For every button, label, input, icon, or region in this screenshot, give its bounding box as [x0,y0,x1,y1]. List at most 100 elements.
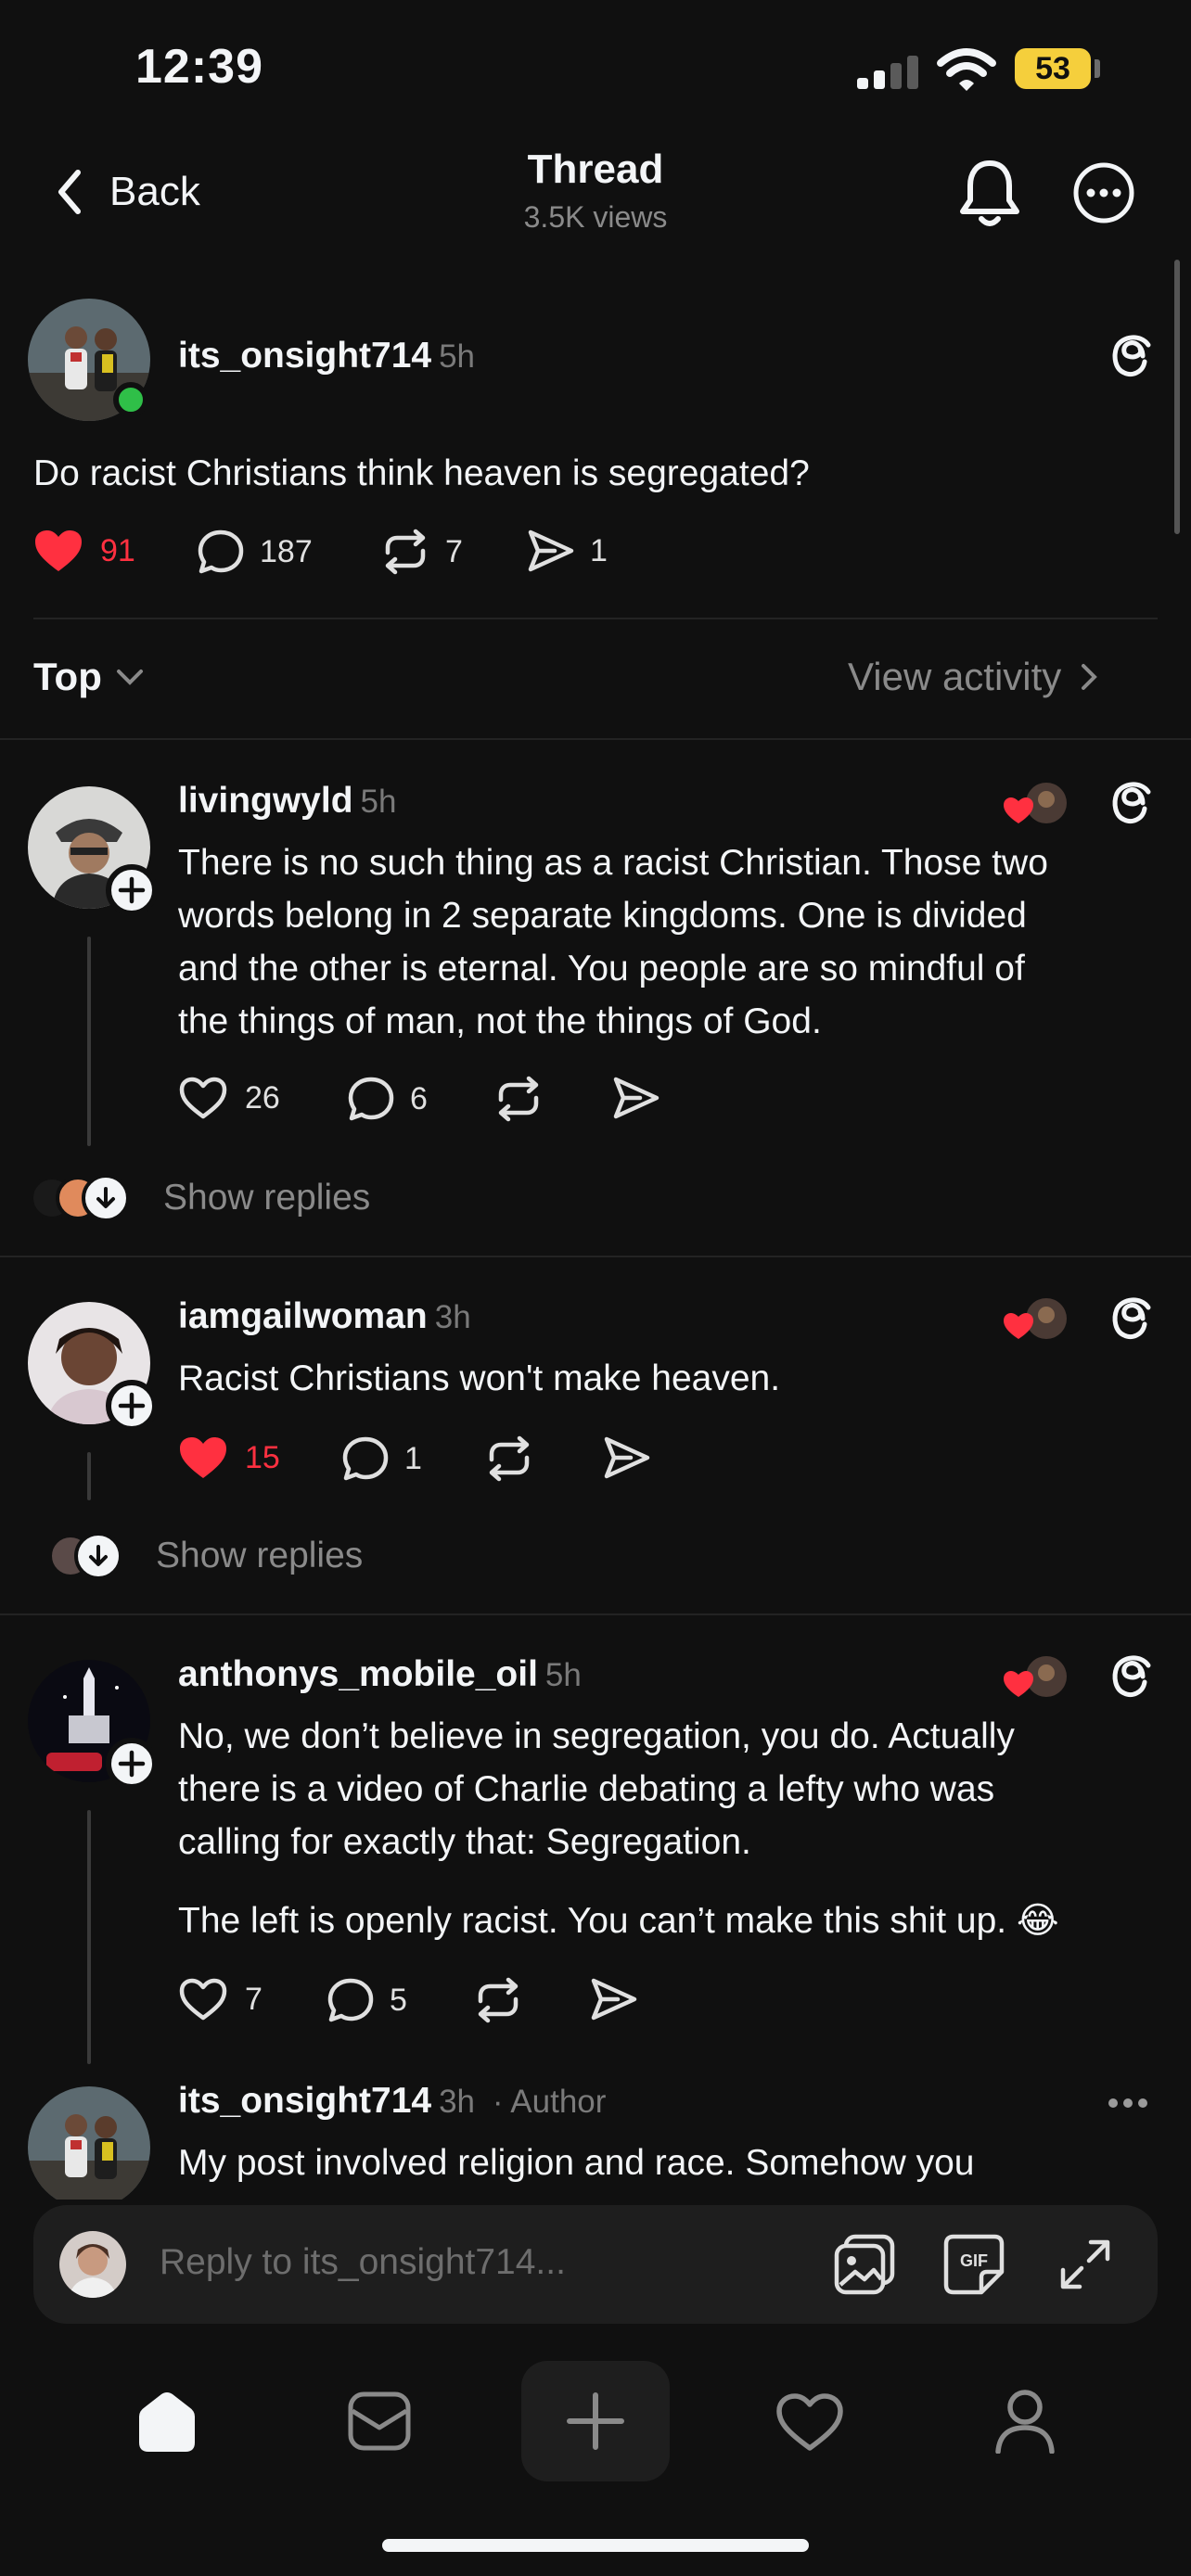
divider [0,1613,1191,1615]
reply-author[interactable]: livingwyld 5h [178,781,396,822]
plus-icon [118,1392,146,1420]
reply-author[interactable]: iamgailwoman 3h [178,1296,471,1337]
repost-button[interactable] [493,1076,544,1122]
expand-icon[interactable] [1059,2238,1111,2290]
like-count: 26 [245,1079,280,1116]
bell-icon[interactable] [957,158,1022,228]
avatar [59,2231,126,2298]
send-icon [528,529,574,572]
post-author[interactable]: its_onsight714 5h [178,336,475,376]
sort-dropdown[interactable]: Top [33,655,145,699]
reply-button[interactable]: 187 [197,529,313,575]
image-picker-icon[interactable] [833,2233,896,2296]
share-button[interactable] [612,1076,660,1120]
divider [33,618,1158,619]
plus-icon [567,2392,624,2450]
follow-button[interactable] [106,1738,158,1790]
reply-button[interactable]: 1 [341,1435,422,1482]
avatar[interactable] [28,2086,150,2209]
heart-outline-icon [179,1077,227,1119]
more-options-icon[interactable] [1072,161,1135,224]
reply-text-line: There is no such thing as a racist Chris… [178,843,1048,883]
threads-logo-icon[interactable] [1109,334,1156,380]
reply-time: 3h [434,1299,471,1335]
reply-username[interactable]: its_onsight714 [178,2081,431,2121]
repost-icon [385,529,426,575]
send-icon [591,1978,637,2021]
divider [0,738,1191,740]
like-button[interactable]: 7 [178,1977,263,2021]
reply-text-line: Racist Christians won't make heaven. [178,1358,781,1398]
reply-username[interactable]: livingwyld [178,781,353,821]
liked-by-author-indicator [1002,1296,1069,1343]
threads-logo-icon[interactable] [1109,1296,1156,1343]
reply-input[interactable]: Reply to its_onsight714... [160,2242,566,2283]
reply-text-line: words belong in 2 separate kingdoms. One… [178,896,1027,936]
threads-logo-icon[interactable] [1109,781,1156,827]
wifi-icon [937,46,996,93]
follow-button[interactable] [106,1380,158,1432]
threads-logo-icon[interactable] [1109,1654,1156,1701]
like-button[interactable]: 26 [178,1076,280,1120]
like-button[interactable]: 15 [178,1435,280,1480]
comment-icon [348,1077,394,1121]
show-replies-button[interactable]: Show replies [48,1532,363,1580]
home-indicator [382,2539,809,2552]
repost-button[interactable] [473,1977,523,2023]
reply-author[interactable]: anthonys_mobile_oil 5h [178,1654,582,1695]
repost-button[interactable] [484,1435,534,1482]
chevron-right-icon [1082,664,1098,690]
heart-filled-icon [35,530,82,571]
reply-text-line: calling for exactly that: Segregation. [178,1822,751,1862]
send-icon [613,1077,660,1119]
cellular-signal-icon [855,54,920,91]
plus-icon [118,876,146,904]
thread-line [87,937,91,1146]
repost-button[interactable]: 7 [380,529,463,575]
post-text: Do racist Christians think heaven is seg… [33,453,810,493]
heart-outline-icon [179,1978,227,2021]
thread-line [87,1810,91,2064]
reply-text-line: and the other is eternal. You people are… [178,949,1025,988]
reply-text-line: the things of man, not the things of God… [178,1001,822,1041]
like-button[interactable]: 91 [33,529,135,573]
reply-count: 1 [404,1440,422,1476]
gif-icon[interactable]: GIF [942,2233,1005,2296]
reply-button[interactable]: 5 [327,1977,407,2023]
home-tab-icon[interactable] [134,2389,200,2454]
reply-button[interactable]: 6 [347,1076,428,1122]
profile-tab-icon[interactable] [994,2389,1056,2454]
repost-icon [498,1076,539,1122]
thread-line [87,1452,91,1500]
author-tag: · Author [492,2084,607,2120]
activity-tab-icon[interactable] [775,2392,844,2452]
scrollbar[interactable] [1174,260,1180,534]
reply-text-line: No, we don’t believe in segregation, you… [178,1716,1015,1756]
share-button[interactable] [603,1435,651,1480]
new-thread-button[interactable] [521,2361,670,2481]
arrow-down-icon [82,1174,130,1222]
reply-text-line: there is a video of Charlie debating a l… [178,1769,995,1809]
like-count: 15 [245,1439,280,1475]
reply-author[interactable]: its_onsight714 3h · Author [178,2081,606,2122]
post-username[interactable]: its_onsight714 [178,336,431,376]
more-options-icon[interactable] [1108,2098,1148,2109]
comment-icon [327,1978,374,2022]
share-button[interactable]: 1 [527,529,608,573]
liked-by-author-indicator [1002,781,1069,827]
view-activity-link[interactable]: View activity [848,655,1098,699]
share-count: 1 [590,532,608,568]
like-count: 7 [245,1981,263,2017]
reply-text: No, we don’t believe in segregation, you… [178,1710,1171,1947]
battery-cap [1095,59,1100,78]
liked-by-author-indicator [1002,1654,1069,1701]
messages-tab-icon[interactable] [347,2391,412,2452]
reply-time: 5h [544,1657,582,1693]
repost-icon [489,1435,530,1482]
reply-username[interactable]: anthonys_mobile_oil [178,1654,538,1694]
show-replies-button[interactable]: Show replies [30,1174,370,1222]
follow-button[interactable] [106,864,158,916]
reply-username[interactable]: iamgailwoman [178,1296,428,1336]
reply-count: 187 [260,533,313,569]
share-button[interactable] [590,1977,638,2021]
